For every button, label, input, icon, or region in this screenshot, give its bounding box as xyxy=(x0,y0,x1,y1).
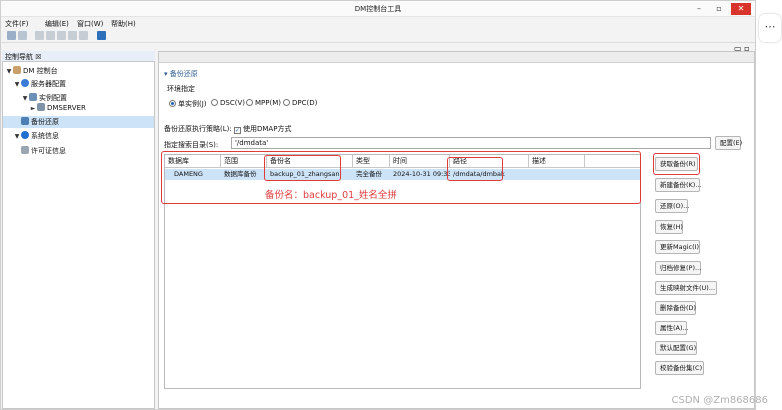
back-icon[interactable] xyxy=(35,31,44,40)
save-icon[interactable] xyxy=(7,31,16,40)
menu-edit[interactable]: 编辑(E) xyxy=(45,19,69,29)
info-icon xyxy=(21,131,29,139)
radio-icon[interactable] xyxy=(283,99,290,106)
up-icon[interactable] xyxy=(57,31,66,40)
annotation-text: 备份名：backup_01_姓名全拼 xyxy=(265,190,397,201)
tree-item-server-config[interactable]: ▼ 服务器配置 xyxy=(13,78,153,90)
home-icon[interactable] xyxy=(97,31,106,40)
close-button[interactable]: ✕ xyxy=(731,3,751,15)
console-icon xyxy=(13,66,21,74)
strategy-label: 备份还原执行策略(L): xyxy=(164,125,232,133)
radio-single-instance[interactable]: 单实例(J) xyxy=(169,99,207,109)
annotation-box-table xyxy=(161,151,641,204)
archive-repair-button[interactable]: 归档修复(P)... xyxy=(655,261,701,275)
radio-dpc[interactable]: DPC(D) xyxy=(283,99,317,107)
server-icon xyxy=(37,103,45,111)
verify-backup-set-button[interactable]: 校验备份集(C) xyxy=(655,361,704,375)
radio-mpp[interactable]: MPP(M) xyxy=(246,99,281,107)
expand-icon[interactable]: ▼ xyxy=(13,79,21,91)
config-button[interactable]: 配置(E) xyxy=(715,136,742,150)
instance-icon xyxy=(29,93,37,101)
forward-icon[interactable] xyxy=(46,31,55,40)
right-margin xyxy=(757,0,782,410)
dmap-checkbox[interactable]: ✓ 使用DMAP方式 xyxy=(234,124,291,134)
restore-button[interactable]: 还原(O)... xyxy=(655,199,689,213)
save-all-icon[interactable] xyxy=(18,31,27,40)
tree-item-backup-restore[interactable]: 备份还原 xyxy=(3,116,154,128)
expand-icon[interactable]: ▼ xyxy=(13,131,21,143)
fetch-backup-button[interactable]: 获取备份(R) xyxy=(655,157,698,171)
refresh-icon[interactable] xyxy=(68,31,77,40)
delete-backup-button[interactable]: 删除备份(D) xyxy=(655,301,696,315)
menu-bar: 文件(F) 编辑(E) 窗口(W) 帮助(H) xyxy=(1,18,755,30)
checkbox-icon[interactable]: ✓ xyxy=(234,127,241,134)
radio-icon[interactable] xyxy=(211,99,218,106)
backup-icon xyxy=(21,117,29,125)
new-backup-button[interactable]: 新建备份(K)... xyxy=(655,178,702,192)
watermark: CSDN @Zm868686 xyxy=(671,395,768,406)
radio-icon[interactable] xyxy=(246,99,253,106)
radio-icon[interactable] xyxy=(169,100,176,107)
recover-button[interactable]: 恢复(H) xyxy=(655,220,683,234)
search-dir-input[interactable]: '/dmdata' xyxy=(231,137,711,149)
search-dir-label: 指定搜索目录(S): xyxy=(164,141,219,149)
tree-item-dm-console[interactable]: ▼ DM 控制台 xyxy=(5,65,153,77)
maximize-button[interactable]: ▫ xyxy=(711,3,727,15)
properties-button[interactable]: 属性(A)... xyxy=(655,321,689,335)
menu-help[interactable]: 帮助(H) xyxy=(111,19,136,29)
stop-icon[interactable] xyxy=(79,31,88,40)
gear-icon xyxy=(21,79,29,87)
collapse-icon[interactable]: ► xyxy=(29,103,37,115)
expand-icon[interactable]: ▼ xyxy=(21,93,29,105)
update-magic-button[interactable]: 更新Magic(I) xyxy=(655,240,700,254)
main-panel-header xyxy=(159,52,754,63)
tree-item-license-info[interactable]: 许可证信息 xyxy=(21,145,153,157)
license-icon xyxy=(21,146,29,154)
menu-window[interactable]: 窗口(W) xyxy=(77,19,103,29)
annotation-box-path xyxy=(447,157,503,181)
minimize-button[interactable]: – xyxy=(691,3,707,15)
radio-dsc[interactable]: DSC(V) xyxy=(211,99,245,107)
title-bar: DM控制台工具 – ▫ ✕ xyxy=(1,1,755,17)
annotation-box-backup-name xyxy=(264,155,341,181)
default-config-button[interactable]: 默认配置(G) xyxy=(655,341,697,355)
nav-panel-header: 控制导航 ☒ xyxy=(2,51,155,62)
expand-icon[interactable]: ▼ xyxy=(5,66,13,78)
window-title: DM控制台工具 xyxy=(354,5,402,13)
toolbar xyxy=(3,30,303,42)
menu-file[interactable]: 文件(F) xyxy=(5,19,29,29)
app-window: DM控制台工具 – ▫ ✕ 文件(F) 编辑(E) 窗口(W) 帮助(H) ▭ … xyxy=(0,0,756,410)
more-options-icon[interactable]: ⋯ xyxy=(759,14,781,42)
toolbar-divider xyxy=(1,42,755,43)
tree-item-dmserver[interactable]: ► DMSERVER xyxy=(29,102,153,114)
section-title: ▾ 备份还原 xyxy=(164,70,198,78)
tree-item-system-info[interactable]: ▼ 系统信息 xyxy=(13,130,153,142)
gen-mapping-file-button[interactable]: 生成映射文件(U)... xyxy=(655,281,717,295)
env-label: 环境指定 xyxy=(167,85,195,93)
nav-panel-title: 控制导航 ☒ xyxy=(5,53,42,61)
